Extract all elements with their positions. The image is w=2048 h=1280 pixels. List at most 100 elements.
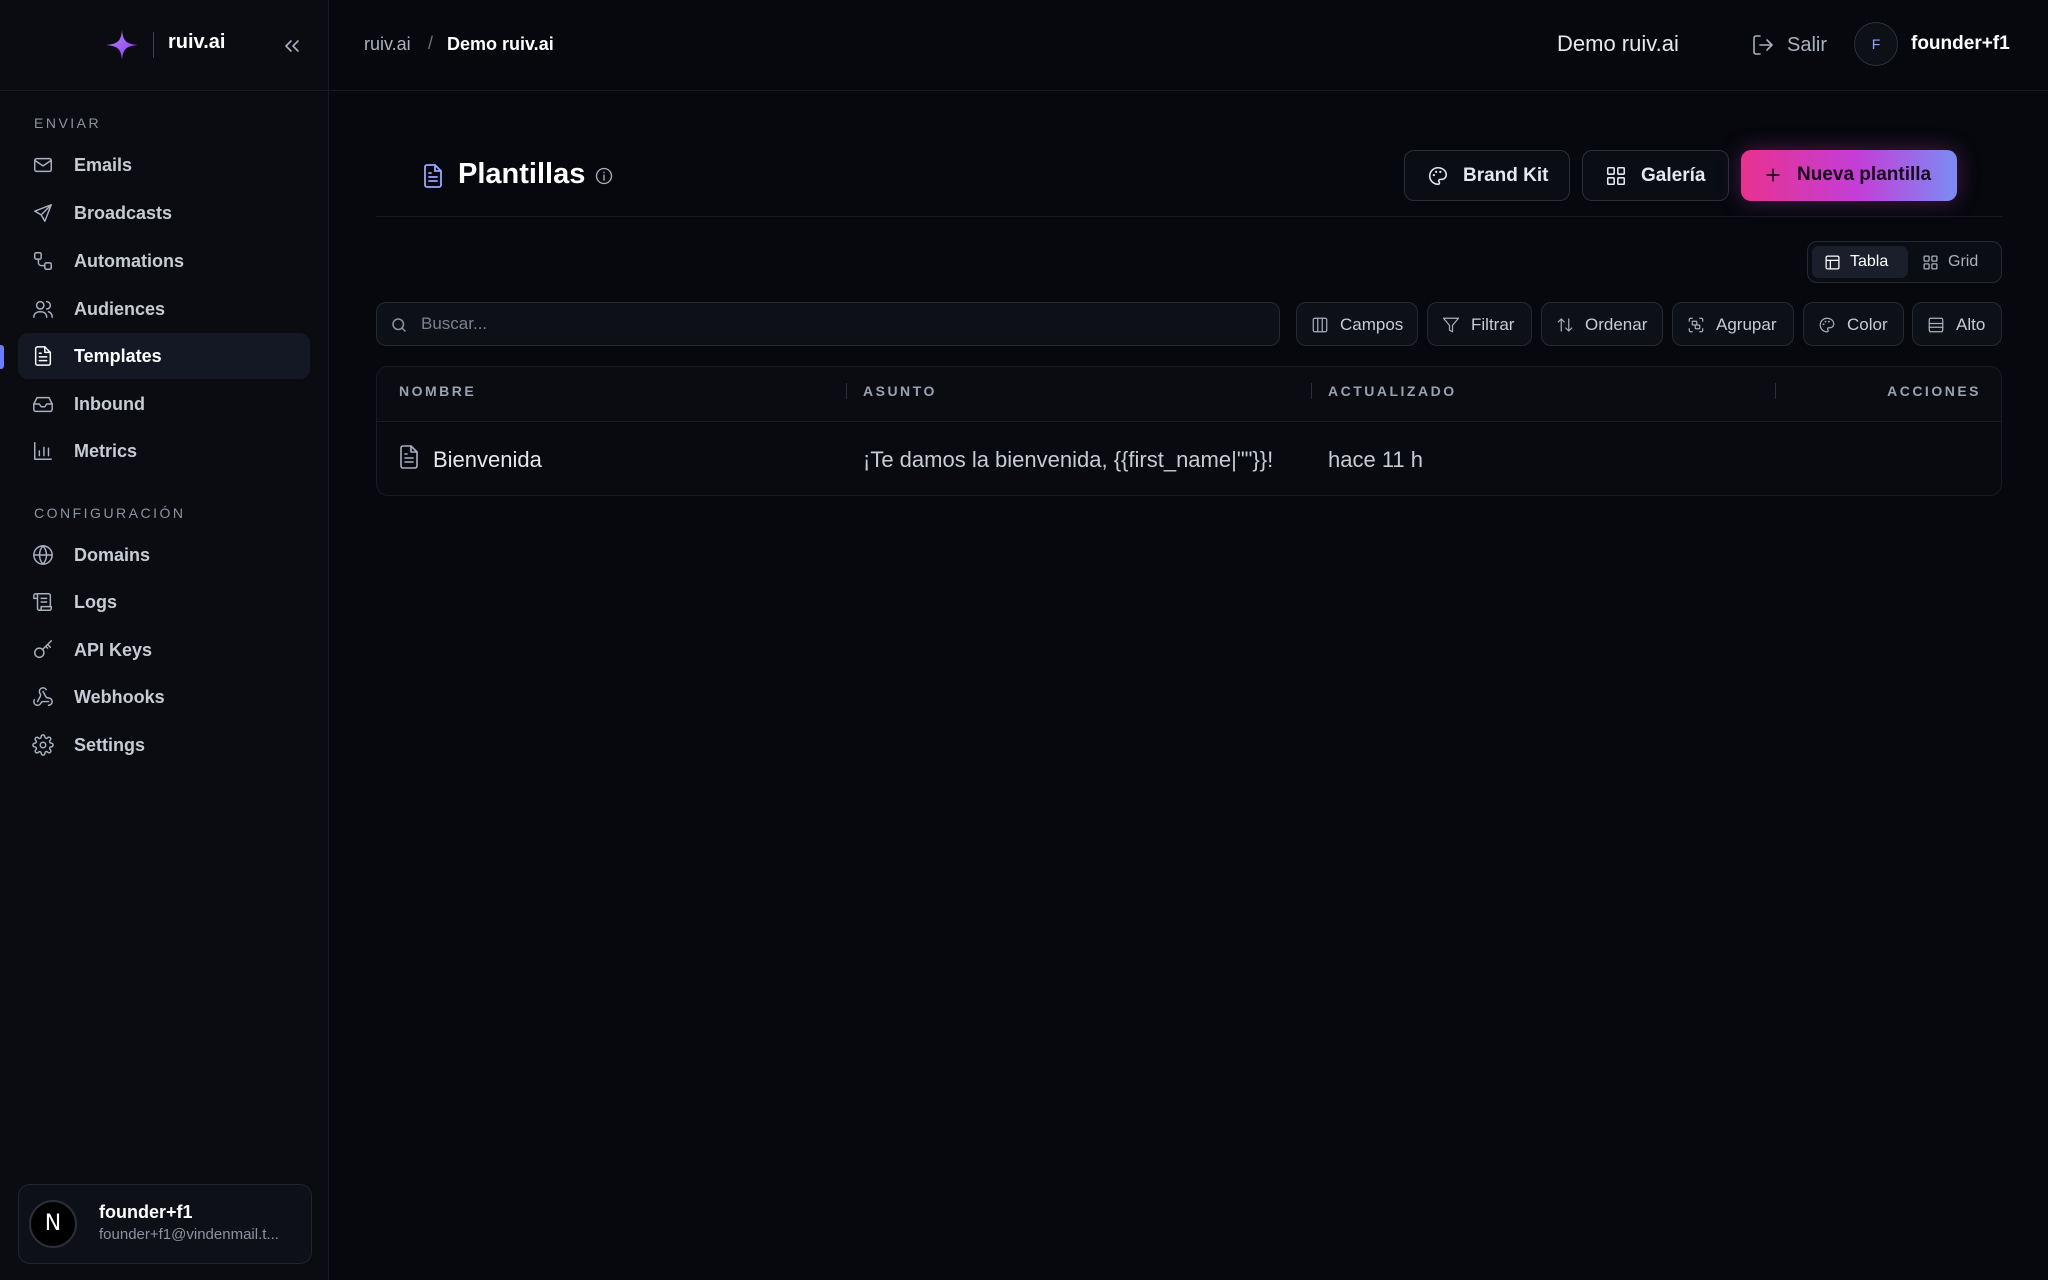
search-box [376,302,1280,346]
sidebar-item-label: API Keys [74,640,153,660]
avatar: N [29,1200,77,1248]
webhook-icon [33,687,53,706]
send-icon [34,204,52,222]
sidebar-item-api-keys[interactable]: API Keys [18,627,310,673]
group-button[interactable]: Agrupar [1672,302,1794,346]
view-toggle-table[interactable]: Tabla [1812,246,1908,278]
search-input[interactable] [421,303,1261,345]
key-icon [34,640,52,659]
color-label: Color [1847,315,1888,334]
grid-icon [1606,166,1626,186]
sidebar-header: ruiv.ai [0,0,328,91]
log-out-icon [1753,35,1773,55]
group-label: Agrupar [1716,315,1777,334]
sidebar-item-label: Automations [74,251,184,271]
sidebar-item-label: Emails [74,155,133,175]
sidebar-item-settings[interactable]: Settings [18,722,310,768]
file-text-icon [400,445,418,469]
chevrons-left-icon[interactable] [280,34,304,58]
cell-name[interactable]: Bienvenida [433,447,542,473]
fields-button[interactable]: Campos [1296,302,1418,346]
row-height-label: Alto [1956,315,1986,334]
column-header-actions: ACCIONES [1887,383,1981,399]
color-button[interactable]: Color [1803,302,1904,346]
column-resize-handle[interactable] [1775,383,1776,399]
logout-button[interactable]: Salir [1743,24,1833,66]
column-resize-handle[interactable] [846,383,847,399]
view-toggle-grid-label: Grid [1948,253,1979,270]
templates-table: NOMBRE ASUNTO ACTUALIZADO ACCIONES Bienv… [376,366,2002,496]
section-label-enviar: ENVIAR [34,115,102,131]
column-header-updated[interactable]: ACTUALIZADO [1328,383,1457,399]
fields-label: Campos [1340,315,1404,334]
user-name[interactable]: founder+f1 [1911,33,2010,55]
avatar[interactable]: F [1854,22,1898,66]
brand-name[interactable]: ruiv.ai [168,31,225,54]
grid-icon [1923,255,1938,270]
sidebar-item-audiences[interactable]: Audiences [18,286,310,332]
sidebar: ruiv.ai ENVIAR Emails Broadcasts Automat… [0,0,329,1280]
view-toggle-grid[interactable]: Grid [1912,246,1998,278]
file-text-icon [424,164,442,188]
user-card[interactable]: N founder+f1 founder+f1@vindenmail.t... [18,1184,312,1264]
brand-kit-button[interactable]: Brand Kit [1404,150,1570,201]
sidebar-item-label: Broadcasts [74,203,173,223]
sidebar-item-label: Templates [74,346,162,366]
sidebar-item-inbound[interactable]: Inbound [18,381,310,427]
sidebar-item-label: Domains [74,545,151,565]
palette-icon [1819,317,1835,333]
sidebar-item-emails[interactable]: Emails [18,142,310,188]
filter-icon [1442,317,1460,333]
column-resize-handle[interactable] [1311,383,1312,399]
cell-subject: ¡Te damos la bienvenida, {{first_name|""… [863,447,1274,472]
sparkle-logo-icon [106,30,138,60]
user-email: founder+f1@vindenmail.t... [99,1226,279,1243]
breadcrumb-root[interactable]: ruiv.ai [364,34,411,55]
filter-button[interactable]: Filtrar [1427,302,1532,346]
view-toggle: Tabla Grid [1807,241,2002,283]
palette-icon [1429,166,1448,186]
gear-icon [32,734,54,756]
breadcrumb-separator: / [428,33,434,53]
bar-chart-icon [34,442,52,460]
search-icon [392,318,406,332]
column-header-subject[interactable]: ASUNTO [863,383,937,399]
topbar: ruiv.ai / Demo ruiv.ai Demo ruiv.ai Sali… [329,0,2048,91]
sort-label: Ordenar [1585,315,1648,334]
sidebar-item-broadcasts[interactable]: Broadcasts [18,190,310,236]
columns-icon [1312,317,1328,333]
new-template-label: Nueva plantilla [1797,164,1932,185]
column-header-name[interactable]: NOMBRE [399,383,476,399]
sidebar-item-domains[interactable]: Domains [18,532,310,578]
group-icon [1688,317,1704,333]
gallery-label: Galería [1641,165,1706,186]
sort-button[interactable]: Ordenar [1541,302,1663,346]
cell-updated: hace 11 h [1328,447,1424,472]
sidebar-item-metrics[interactable]: Metrics [18,428,310,474]
scroll-icon [33,593,52,611]
new-template-button[interactable]: Nueva plantilla [1741,150,1957,201]
workflow-icon [34,252,52,270]
sidebar-item-automations[interactable]: Automations [18,238,310,284]
view-toggle-table-label: Tabla [1850,253,1889,270]
inbox-icon [33,396,53,413]
sidebar-item-logs[interactable]: Logs [18,579,310,625]
row-height-button[interactable]: Alto [1912,302,2002,346]
sidebar-item-webhooks[interactable]: Webhooks [18,674,310,720]
sidebar-item-label: Metrics [74,441,138,461]
file-text-icon [34,346,52,366]
info-icon[interactable] [594,166,614,186]
user-name: founder+f1 [99,1202,193,1222]
org-name[interactable]: Demo ruiv.ai [1557,31,1679,57]
mail-icon [34,157,52,173]
table-icon [1825,255,1840,270]
section-label-configuracion: CONFIGURACIÓN [34,505,186,521]
table-row[interactable]: Bienvenida ¡Te damos la bienvenida, {{fi… [377,422,2001,495]
table-header: NOMBRE ASUNTO ACTUALIZADO ACCIONES [377,367,2001,422]
rows-icon [1928,317,1944,333]
sidebar-item-templates[interactable]: Templates [18,333,310,379]
active-indicator [0,345,4,369]
users-icon [33,300,53,318]
gallery-button[interactable]: Galería [1582,150,1729,201]
globe-icon [33,545,53,565]
